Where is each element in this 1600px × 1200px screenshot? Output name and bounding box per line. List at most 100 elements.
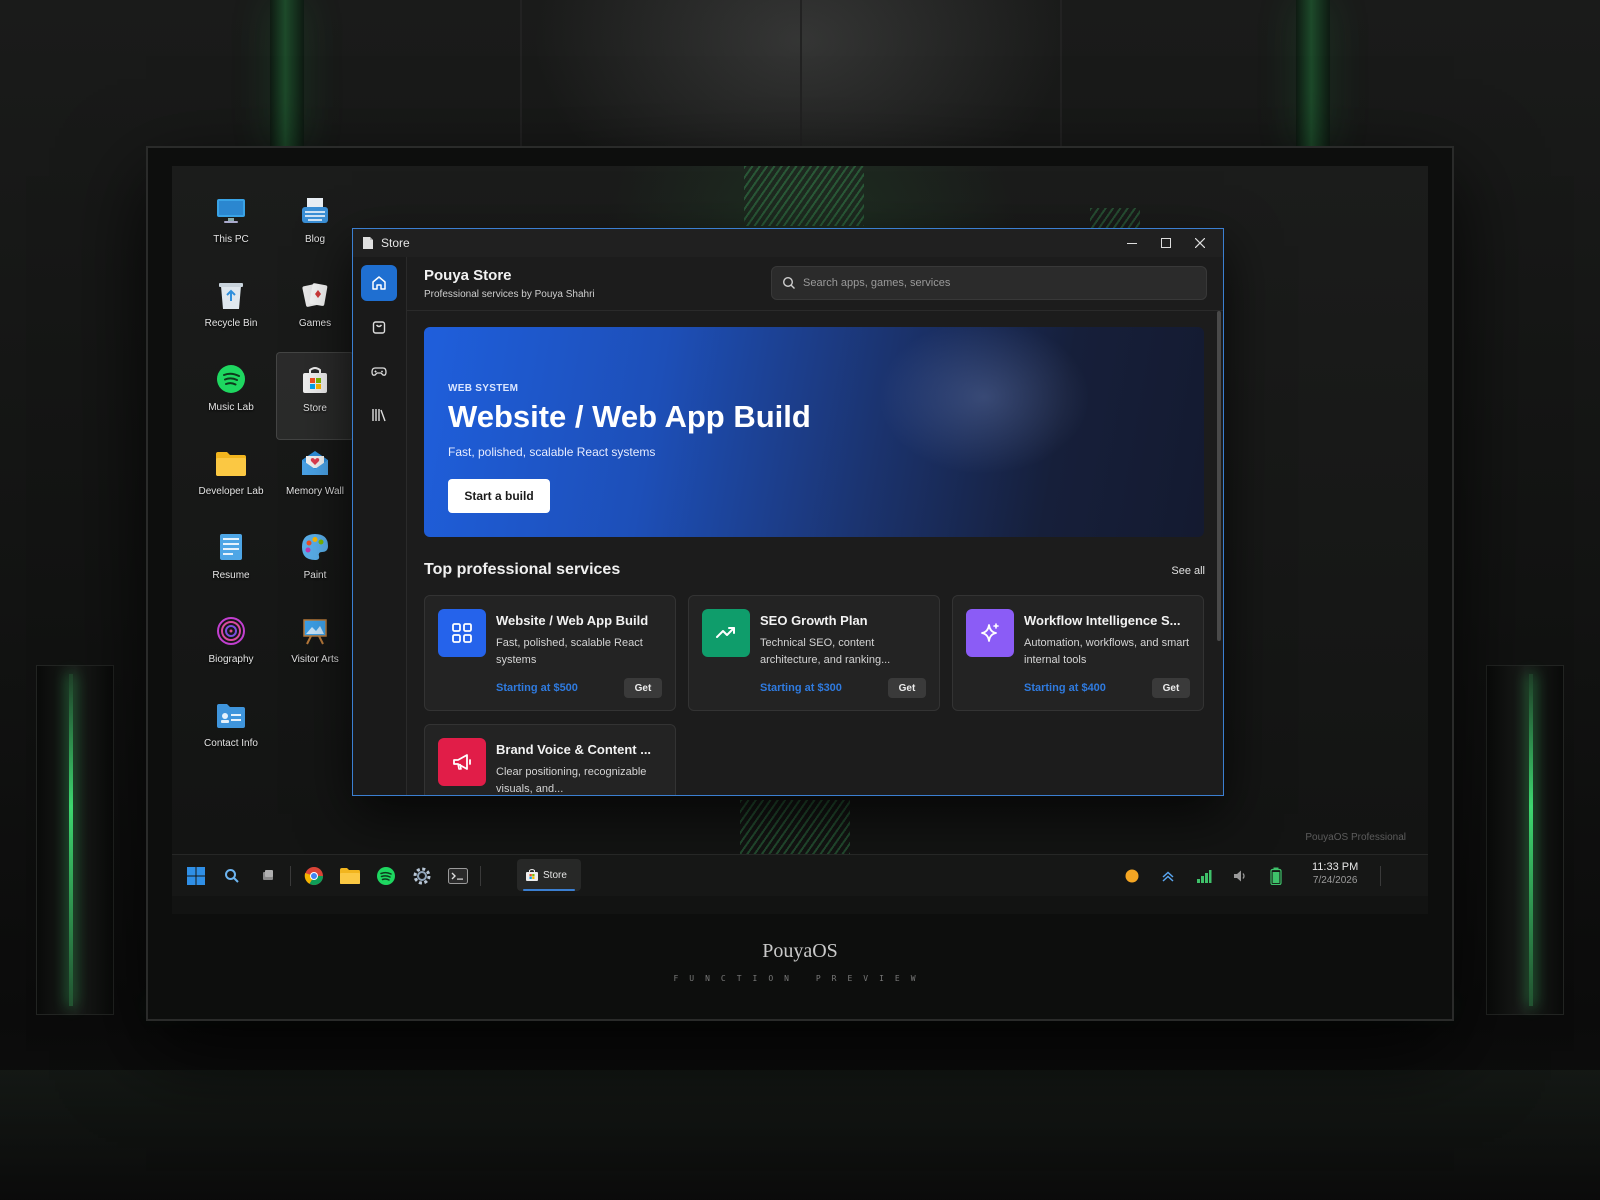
- desktop-icon-paint[interactable]: Paint: [276, 524, 354, 604]
- chrome-icon: [304, 867, 323, 886]
- service-description: Fast, polished, scalable React systems: [496, 637, 643, 666]
- nav-games-button[interactable]: [361, 353, 397, 389]
- desktop-icon-store[interactable]: Store: [276, 352, 354, 440]
- service-title: SEO Growth Plan: [760, 613, 868, 628]
- see-all-link[interactable]: See all: [1171, 565, 1205, 577]
- sparkle-icon: [966, 609, 1014, 657]
- service-card[interactable]: Brand Voice & Content ... Clear position…: [424, 724, 676, 795]
- desktop-icon-biography[interactable]: Biography: [192, 608, 270, 688]
- search-icon: [782, 276, 795, 289]
- service-price: Starting at $400: [1024, 682, 1106, 694]
- desktop-icon-recycle-bin[interactable]: Recycle Bin: [192, 272, 270, 352]
- spotify-icon: [214, 362, 248, 396]
- task-view-button[interactable]: [254, 862, 282, 890]
- green-pillar-left: [270, 0, 304, 148]
- tray-battery[interactable]: [1262, 862, 1290, 890]
- brand-name: PouyaOS: [762, 940, 838, 962]
- chevron-up-icon: [1162, 871, 1174, 882]
- nav-shop-button[interactable]: [361, 309, 397, 345]
- store-header: Pouya Store Professional services by Pou…: [407, 257, 1223, 311]
- tray-network[interactable]: [1190, 862, 1218, 890]
- desktop-icon-visitor-arts[interactable]: Visitor Arts: [276, 608, 354, 688]
- start-build-button[interactable]: Start a build: [448, 479, 550, 513]
- get-button[interactable]: Get: [624, 678, 662, 698]
- store-window: Store Pouya Store Professional services …: [352, 228, 1224, 796]
- get-button[interactable]: Get: [888, 678, 926, 698]
- taskbar-search-button[interactable]: [218, 862, 246, 890]
- hero-title: Website / Web App Build: [448, 399, 811, 434]
- minimize-button[interactable]: [1115, 229, 1149, 257]
- battery-icon: [1270, 867, 1282, 885]
- desktop-icon-memory-wall[interactable]: Memory Wall: [276, 440, 354, 520]
- desktop-icon-developer-lab[interactable]: Developer Lab: [192, 440, 270, 520]
- grid-icon: [438, 609, 486, 657]
- document-icon: [361, 236, 375, 250]
- start-button[interactable]: [182, 862, 210, 890]
- clock-time: 11:33 PM: [1312, 861, 1359, 873]
- fingerprint-icon: [214, 614, 248, 648]
- speaker-left: [36, 665, 114, 1015]
- tray-volume[interactable]: [1226, 862, 1254, 890]
- terminal-icon: [448, 868, 468, 884]
- store-bag-icon: [298, 363, 332, 397]
- os-watermark: PouyaOS Professional: [1305, 832, 1406, 843]
- hero-description: Fast, polished, scalable React systems: [448, 445, 656, 459]
- palette-icon: [298, 530, 332, 564]
- library-icon: [372, 409, 386, 422]
- tray-overflow[interactable]: [1154, 862, 1182, 890]
- home-icon: [372, 276, 386, 290]
- service-card[interactable]: Website / Web App Build Fast, polished, …: [424, 595, 676, 711]
- active-indicator: [523, 889, 575, 891]
- taskbar-settings[interactable]: [408, 862, 436, 890]
- settings-icon: [413, 867, 431, 885]
- store-content: WEB SYSTEM Website / Web App Build Fast,…: [407, 311, 1213, 795]
- taskbar-store-app[interactable]: Store: [517, 859, 581, 891]
- desktop-icon-contact-info[interactable]: Contact Info: [192, 692, 270, 772]
- folder-icon: [214, 446, 248, 480]
- taskbar-terminal[interactable]: [444, 862, 472, 890]
- close-button[interactable]: [1183, 229, 1217, 257]
- window-titlebar[interactable]: Store: [353, 229, 1223, 257]
- wall-seam: [800, 0, 802, 150]
- taskbar-file-explorer[interactable]: [336, 862, 364, 890]
- hero-banner[interactable]: WEB SYSTEM Website / Web App Build Fast,…: [424, 327, 1204, 537]
- section-title: Top professional services: [424, 561, 621, 578]
- desktop-icon-blog[interactable]: Blog: [276, 188, 354, 268]
- desktop-icon-resume[interactable]: Resume: [192, 524, 270, 604]
- megaphone-icon: [438, 738, 486, 786]
- search-input[interactable]: [803, 277, 1193, 289]
- trend-up-icon: [702, 609, 750, 657]
- content-scrollbar[interactable]: [1217, 311, 1221, 641]
- tray-status[interactable]: [1118, 862, 1146, 890]
- contact-card-icon: [214, 698, 248, 732]
- search-box[interactable]: [771, 266, 1207, 300]
- typewriter-icon: [298, 194, 332, 228]
- maximize-button[interactable]: [1149, 229, 1183, 257]
- window-title: Store: [381, 236, 410, 250]
- clock[interactable]: 11:33 PM 7/24/2026: [1312, 861, 1358, 886]
- folder-icon: [340, 868, 360, 884]
- desktop-icon-this-pc[interactable]: This PC: [192, 188, 270, 268]
- wall-seam: [520, 0, 522, 150]
- maximize-icon: [1161, 238, 1171, 248]
- signal-icon: [1197, 870, 1212, 883]
- get-button[interactable]: Get: [1152, 678, 1190, 698]
- gamepad-icon: [371, 367, 387, 376]
- monitor-branding: PouyaOS FUNCTION PREVIEW: [148, 914, 1452, 1018]
- taskbar-spotify[interactable]: [372, 862, 400, 890]
- clock-date: 7/24/2026: [1312, 875, 1358, 886]
- service-card[interactable]: SEO Growth Plan Technical SEO, content a…: [688, 595, 940, 711]
- bag-icon: [372, 321, 386, 334]
- windows-start-icon: [187, 867, 205, 885]
- service-title: Brand Voice & Content ...: [496, 742, 652, 757]
- nav-library-button[interactable]: [361, 397, 397, 433]
- desktop-icon-music-lab[interactable]: Music Lab: [192, 356, 270, 436]
- desktop-icon-games[interactable]: Games: [276, 272, 354, 352]
- search-icon: [225, 869, 239, 883]
- hero-tag: WEB SYSTEM: [448, 383, 519, 394]
- service-title: Workflow Intelligence S...: [1024, 613, 1181, 628]
- taskbar-chrome[interactable]: [300, 862, 328, 890]
- service-card[interactable]: Workflow Intelligence S... Automation, w…: [952, 595, 1204, 711]
- brand-subtitle: FUNCTION PREVIEW: [673, 974, 927, 983]
- nav-home-button[interactable]: [361, 265, 397, 301]
